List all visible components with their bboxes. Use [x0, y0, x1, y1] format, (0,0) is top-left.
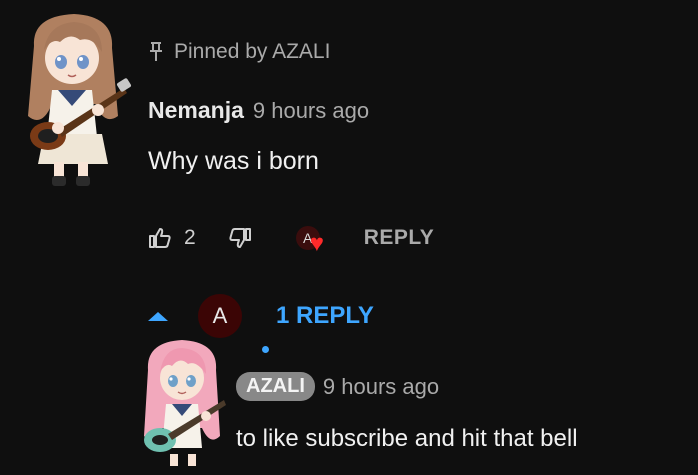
comment-text: Why was i born: [148, 147, 319, 175]
pin-icon: [150, 42, 162, 61]
comment-actions: 2 A ♥ REPLY: [148, 218, 434, 258]
reply-time[interactable]: 9 hours ago: [323, 374, 439, 400]
comment-author[interactable]: Nemanja: [148, 97, 244, 124]
reply-avatar: A: [198, 294, 242, 338]
replies-toggle[interactable]: A 1 REPLY: [148, 292, 374, 340]
reply-button[interactable]: REPLY: [364, 226, 435, 250]
like-button[interactable]: 2: [148, 226, 196, 250]
reply-text: to like subscribe and hit that bell: [236, 425, 578, 452]
thumbs-down-icon: [229, 228, 251, 248]
pinned-text: Pinned by AZALI: [174, 40, 331, 63]
reply-author-avatar[interactable]: [136, 336, 232, 470]
caret-up-icon[interactable]: [148, 311, 168, 321]
comment-header: Nemanja 9 hours ago: [148, 97, 369, 124]
unread-dot: [262, 346, 269, 353]
dislike-button[interactable]: [228, 226, 252, 250]
creator-badge[interactable]: AZALI: [236, 372, 315, 401]
thumbs-up-icon: [149, 228, 171, 248]
comment-time[interactable]: 9 hours ago: [253, 98, 369, 124]
reply-header: AZALI 9 hours ago: [236, 372, 439, 401]
heart-icon: ♥: [309, 230, 324, 257]
pinned-label: Pinned by AZALI: [148, 40, 330, 64]
like-count: 2: [184, 226, 196, 249]
creator-heart[interactable]: A ♥: [288, 218, 338, 258]
commenter-avatar[interactable]: [14, 6, 134, 190]
view-replies-link[interactable]: 1 REPLY: [276, 302, 374, 330]
